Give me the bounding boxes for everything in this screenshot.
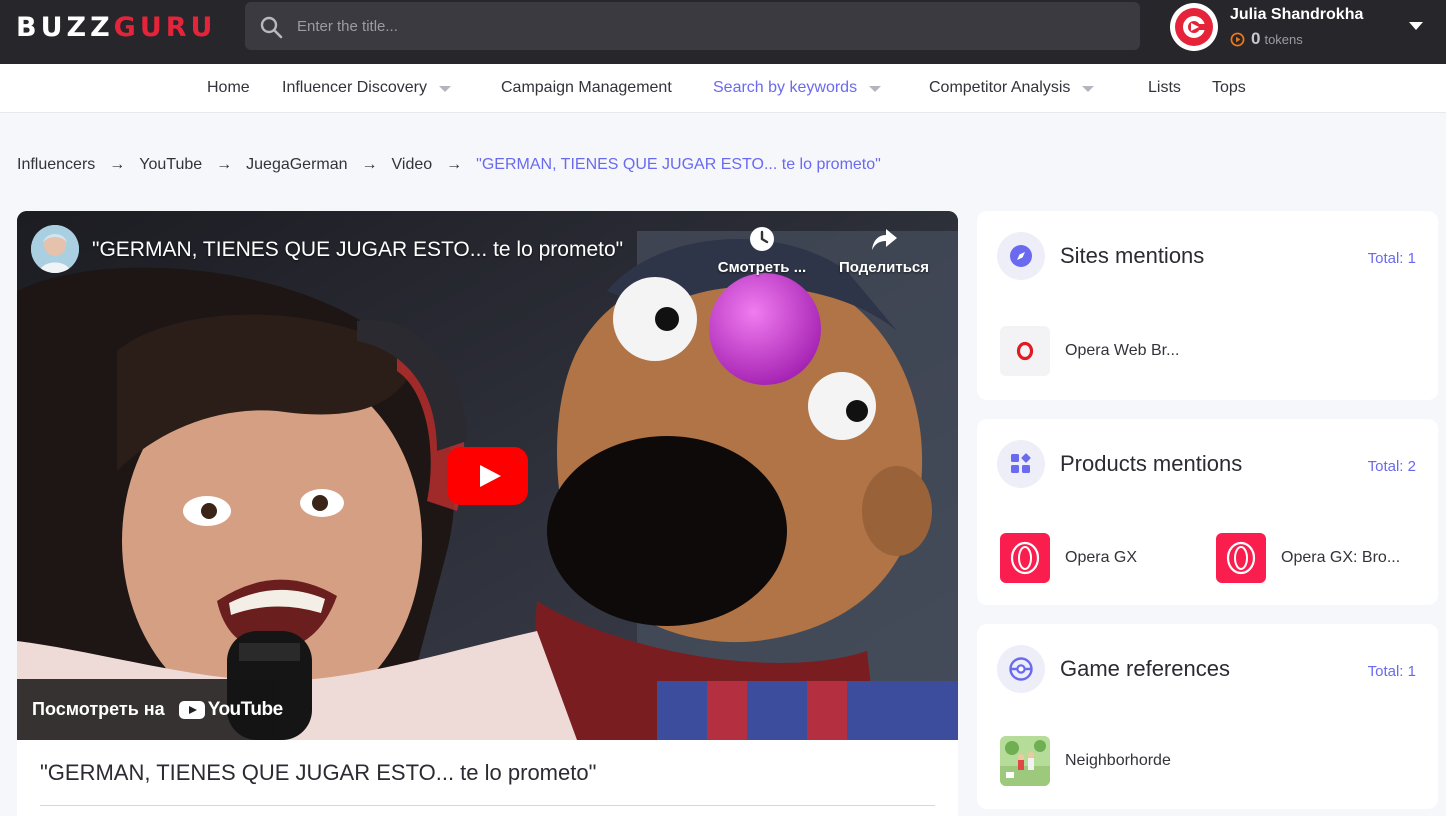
nav-lists[interactable]: Lists — [1148, 79, 1181, 97]
play-icon[interactable] — [447, 447, 528, 505]
token-label: tokens — [1264, 31, 1303, 47]
neighborhorde-thumbnail — [1000, 736, 1050, 786]
user-name[interactable]: Julia Shandrokha — [1230, 6, 1363, 24]
nav-tops-label: Tops — [1212, 79, 1246, 96]
game-reference-item[interactable]: Neighborhorde — [1000, 736, 1171, 786]
breadcrumb-youtube[interactable]: YouTube — [139, 156, 202, 174]
youtube-logo: YouTube — [178, 698, 283, 721]
nav-campaign-management[interactable]: Campaign Management — [501, 79, 672, 97]
sites-mentions-card: Sites mentions Total: 1 Opera Web Br... — [977, 211, 1438, 400]
divider — [40, 805, 935, 806]
sites-mentions-title: Sites mentions — [1060, 243, 1205, 268]
game-reference-name: Neighborhorde — [1065, 752, 1171, 769]
nav-home[interactable]: Home — [207, 79, 250, 97]
opera-icon — [1000, 326, 1050, 376]
product-mention-name: Opera GX — [1065, 549, 1138, 566]
apps-grid-icon — [997, 440, 1045, 488]
logo-text-buzz: BUZZ — [16, 11, 114, 43]
product-mention-item[interactable]: Opera GX: Bro... — [1216, 533, 1400, 583]
video-title: "GERMAN, TIENES QUE JUGAR ESTO... te lo … — [40, 760, 597, 785]
search-bar[interactable] — [245, 2, 1140, 50]
breadcrumb-separator: → — [216, 156, 233, 173]
channel-avatar[interactable] — [31, 225, 79, 273]
nav-competitor-analysis[interactable]: Competitor Analysis — [929, 79, 1095, 97]
user-menu-chevron-down-icon[interactable] — [1409, 22, 1423, 30]
breadcrumb-separator: → — [361, 156, 378, 173]
breadcrumb-channel[interactable]: JuegaGerman — [246, 156, 347, 174]
watch-on-label: Посмотреть на — [32, 699, 165, 719]
nav-search-by-keywords[interactable]: Search by keywords — [713, 79, 882, 97]
video-player[interactable]: "GERMAN, TIENES QUE JUGAR ESTO... te lo … — [17, 211, 958, 740]
video-card: "GERMAN, TIENES QUE JUGAR ESTO... te lo … — [17, 211, 958, 816]
nav-tops[interactable]: Tops — [1212, 79, 1246, 97]
breadcrumb-current: "GERMAN, TIENES QUE JUGAR ESTO... te lo … — [476, 156, 881, 173]
breadcrumb-influencers[interactable]: Influencers — [17, 156, 95, 174]
clock-icon — [750, 227, 774, 251]
game-references-total[interactable]: Total: 1 — [1368, 663, 1416, 680]
products-mentions-title: Products mentions — [1060, 451, 1243, 476]
nav-influencer-discovery[interactable]: Influencer Discovery — [282, 79, 451, 97]
breadcrumb-video[interactable]: Video — [392, 156, 433, 174]
share-button[interactable]: Поделиться — [829, 225, 939, 276]
compass-icon — [997, 232, 1045, 280]
product-mention-name: Opera GX: Bro... — [1281, 549, 1401, 566]
channel-avatar-image — [31, 225, 79, 273]
products-mentions-total[interactable]: Total: 2 — [1368, 458, 1416, 475]
token-balance: 0 tokens — [1230, 29, 1303, 49]
opera-gx-icon — [1000, 533, 1050, 583]
token-count: 0 — [1251, 29, 1261, 48]
user-avatar[interactable] — [1170, 3, 1218, 51]
nav-home-label: Home — [207, 79, 250, 96]
youtube-play-icon — [178, 700, 205, 719]
watch-on-youtube-button[interactable]: Посмотреть на YouTube — [17, 679, 283, 740]
sites-mentions-total[interactable]: Total: 1 — [1368, 250, 1416, 267]
search-input[interactable] — [297, 2, 1117, 50]
chevron-down-icon — [869, 86, 882, 92]
embed-video-title[interactable]: "GERMAN, TIENES QUE JUGAR ESTO... te lo … — [92, 238, 623, 262]
nav-search-by-keywords-label: Search by keywords — [713, 79, 858, 96]
chevron-down-icon — [1082, 86, 1095, 92]
breadcrumb-separator: → — [109, 156, 126, 173]
nav-campaign-management-label: Campaign Management — [501, 79, 672, 96]
share-icon — [872, 229, 897, 250]
game-references-title: Game references — [1060, 656, 1230, 681]
token-coin-icon — [1230, 32, 1245, 46]
gamepad-icon — [997, 645, 1045, 693]
youtube-wordmark: YouTube — [207, 698, 283, 720]
nav-influencer-discovery-label: Influencer Discovery — [282, 79, 427, 96]
share-label: Поделиться — [838, 259, 930, 276]
products-mentions-card: Products mentions Total: 2 Opera GX Oper… — [977, 419, 1438, 605]
site-mention-item[interactable]: Opera Web Br... — [1000, 326, 1179, 376]
breadcrumb: Influencers → YouTube → JuegaGerman → Vi… — [17, 156, 881, 174]
search-icon — [260, 16, 283, 39]
breadcrumb-separator: → — [446, 156, 463, 173]
buzzguru-logo[interactable]: BUZZ GURU — [16, 11, 217, 43]
top-bar: BUZZGURU Julia Shandrokha 0 tokens — [0, 0, 1446, 64]
nav-lists-label: Lists — [1148, 79, 1181, 96]
watch-later-button[interactable]: Смотреть ... — [707, 225, 817, 276]
main-nav: Home Influencer Discovery Campaign Manag… — [0, 64, 1446, 113]
logo-text-guru: GURU — [113, 11, 217, 43]
watch-later-label: Смотреть ... — [717, 259, 807, 276]
buzzguru-avatar-icon — [1175, 8, 1213, 46]
nav-competitor-analysis-label: Competitor Analysis — [929, 79, 1071, 96]
product-mention-item[interactable]: Opera GX — [1000, 533, 1137, 583]
game-references-card: Game references Total: 1 Neighborhorde — [977, 624, 1438, 809]
site-mention-name: Opera Web Br... — [1065, 342, 1180, 359]
opera-gx-icon — [1216, 533, 1266, 583]
chevron-down-icon — [438, 86, 451, 92]
